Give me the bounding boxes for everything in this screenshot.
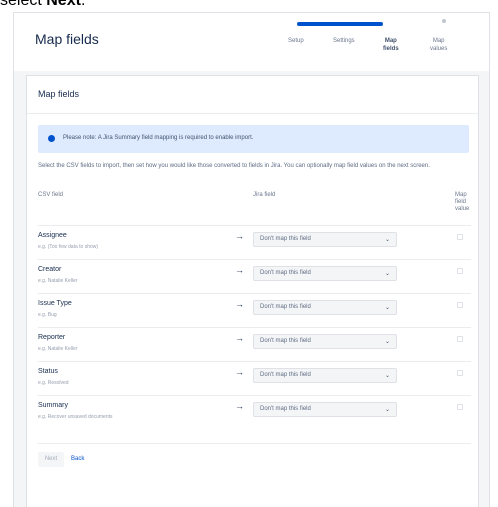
note-text: Please note: A Jira Summary field mappin… <box>63 135 254 141</box>
map-fields-card: Map fields Please note: A Jira Summary f… <box>26 75 479 507</box>
csv-field-name: Reporter <box>38 334 66 341</box>
arrow-right-icon: → <box>235 265 244 275</box>
jira-field-select[interactable]: Don't map this field ⌄ <box>253 334 397 349</box>
header-map-field-value: Map field value <box>455 192 470 212</box>
table-row: Creator e.g. Natalie Keller → Don't map … <box>38 259 471 293</box>
table-row: Assignee e.g. (Too few data to show) → D… <box>38 225 471 259</box>
table-row: Status e.g. Resolved → Don't map this fi… <box>38 361 471 395</box>
csv-field-name: Issue Type <box>38 300 72 307</box>
csv-field-example: e.g. Resolved <box>38 380 69 386</box>
chevron-down-icon: ⌄ <box>384 305 390 311</box>
info-note: Please note: A Jira Summary field mappin… <box>38 125 469 153</box>
table-row: Issue Type e.g. Bug → Don't map this fie… <box>38 293 471 327</box>
chevron-down-icon: ⌄ <box>384 339 390 345</box>
arrow-right-icon: → <box>235 367 244 377</box>
step-marker <box>442 19 446 23</box>
card-title: Map fields <box>38 89 80 99</box>
jira-field-select[interactable]: Don't map this field ⌄ <box>253 232 397 247</box>
csv-field-name: Summary <box>38 402 68 409</box>
table-row: Summary e.g. Recover unsaved documents →… <box>38 395 471 429</box>
arrow-right-icon: → <box>235 299 244 309</box>
map-value-checkbox[interactable] <box>457 302 463 308</box>
instruction-caption: select Next. <box>0 0 85 10</box>
select-value: Don't map this field <box>260 406 311 412</box>
next-button[interactable]: Next <box>38 452 64 467</box>
csv-field-example: e.g. Recover unsaved documents <box>38 414 113 420</box>
select-value: Don't map this field <box>260 304 311 310</box>
step-map-fields: Map fields <box>383 38 399 52</box>
chevron-down-icon: ⌄ <box>384 271 390 277</box>
step-map-values: Map values <box>430 38 448 52</box>
jira-field-select[interactable]: Don't map this field ⌄ <box>253 266 397 281</box>
caption-prefix: select <box>0 0 47 9</box>
arrow-right-icon: → <box>235 231 244 241</box>
arrow-right-icon: → <box>235 401 244 411</box>
map-value-checkbox[interactable] <box>457 336 463 342</box>
caption-bold: Next <box>46 0 81 9</box>
divider <box>27 113 478 114</box>
csv-field-example: e.g. Natalie Keller <box>38 278 78 284</box>
divider <box>38 443 471 444</box>
select-value: Don't map this field <box>260 236 311 242</box>
header-jira-field: Jira field <box>253 192 276 198</box>
chevron-down-icon: ⌄ <box>384 237 390 243</box>
step-settings: Settings <box>333 38 355 44</box>
arrow-right-icon: → <box>235 333 244 343</box>
table-row: Reporter e.g. Natalie Keller → Don't map… <box>38 327 471 361</box>
jira-field-select[interactable]: Don't map this field ⌄ <box>253 402 397 417</box>
step-setup: Setup <box>288 38 304 44</box>
intro-text: Select the CSV fields to import, then se… <box>38 163 430 169</box>
chevron-down-icon: ⌄ <box>384 373 390 379</box>
import-window: Map fields Setup Settings Map fields Map… <box>13 12 490 507</box>
info-icon <box>48 135 55 142</box>
page-title: Map fields <box>35 31 99 47</box>
jira-field-select[interactable]: Don't map this field ⌄ <box>253 368 397 383</box>
csv-field-example: e.g. Natalie Keller <box>38 346 78 352</box>
header: Map fields Setup Settings Map fields Map… <box>14 13 489 71</box>
chevron-down-icon: ⌄ <box>384 407 390 413</box>
caption-suffix: . <box>80 0 86 9</box>
select-value: Don't map this field <box>260 372 311 378</box>
jira-field-select[interactable]: Don't map this field ⌄ <box>253 300 397 315</box>
csv-field-example: e.g. (Too few data to show) <box>38 244 99 250</box>
map-value-checkbox[interactable] <box>457 234 463 240</box>
select-value: Don't map this field <box>260 338 311 344</box>
csv-field-example: e.g. Bug <box>38 312 57 318</box>
map-value-checkbox[interactable] <box>457 370 463 376</box>
back-button[interactable]: Back <box>71 452 84 467</box>
header-csv-field: CSV field <box>38 192 64 198</box>
progress-tracker <box>297 22 412 26</box>
csv-field-name: Assignee <box>38 232 67 239</box>
csv-field-name: Status <box>38 368 58 375</box>
map-value-checkbox[interactable] <box>457 268 463 274</box>
progress-fill <box>297 22 384 26</box>
csv-field-name: Creator <box>38 266 62 273</box>
map-value-checkbox[interactable] <box>457 404 463 410</box>
select-value: Don't map this field <box>260 270 311 276</box>
